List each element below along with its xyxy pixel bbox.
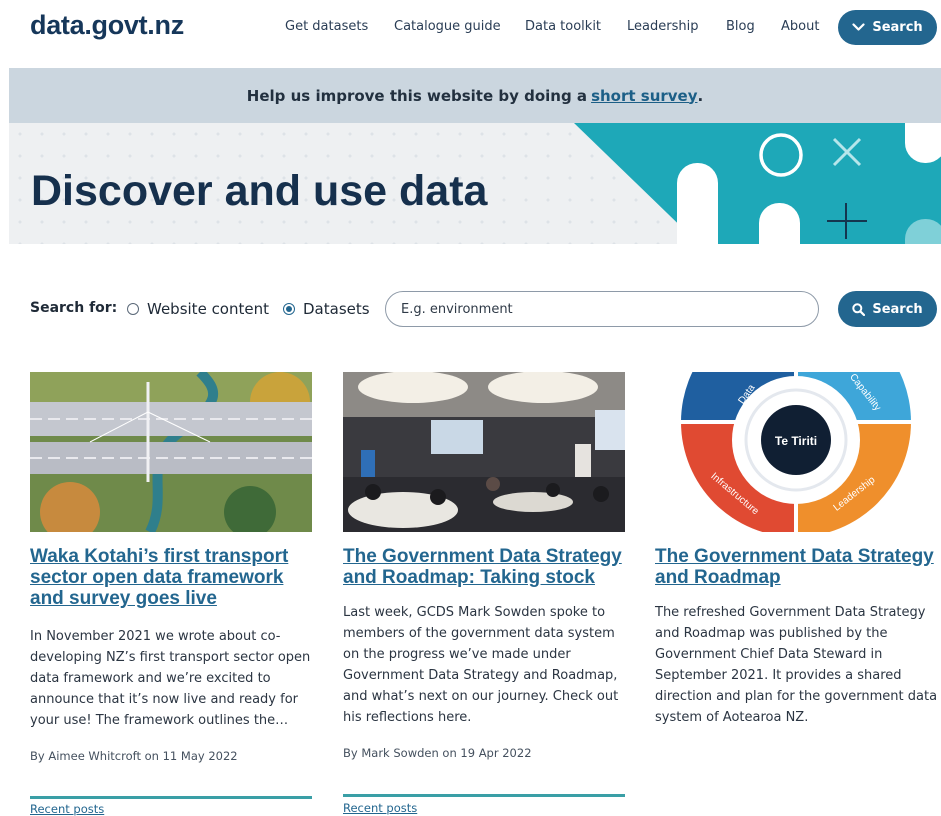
card-strategy-stocktake: The Government Data Strategy and Roadmap… bbox=[343, 372, 625, 815]
survey-text: Help us improve this website by doing a bbox=[246, 86, 588, 105]
search-for-label: Search for: bbox=[30, 300, 118, 316]
card-title[interactable]: Waka Kotahi’s first transport sector ope… bbox=[30, 546, 310, 609]
hero-banner: Discover and use data bbox=[9, 123, 941, 244]
recent-posts-link[interactable]: Recent posts bbox=[343, 801, 417, 815]
nav-about[interactable]: About bbox=[781, 19, 819, 34]
nav-get-datasets[interactable]: Get datasets bbox=[285, 19, 368, 34]
card-divider bbox=[343, 794, 625, 797]
header-search-button[interactable]: Search bbox=[838, 10, 937, 45]
radio-website-content[interactable]: Website content bbox=[127, 300, 269, 318]
card-summary: In November 2021 we wrote about co-devel… bbox=[30, 629, 311, 728]
search-submit-button[interactable]: Search bbox=[838, 291, 937, 327]
search-bar: Search for: Website content Datasets Sea… bbox=[0, 290, 941, 328]
nav-data-toolkit[interactable]: Data toolkit bbox=[525, 19, 601, 34]
card-title[interactable]: The Government Data Strategy and Roadmap… bbox=[343, 546, 625, 588]
card-transport-framework: Waka Kotahi’s first transport sector ope… bbox=[30, 372, 312, 816]
search-submit-label: Search bbox=[872, 301, 923, 317]
header-search-label: Search bbox=[872, 20, 923, 35]
nav-leadership[interactable]: Leadership bbox=[627, 19, 698, 34]
conference-photo[interactable] bbox=[343, 372, 625, 532]
card-byline: By Aimee Whitcroft on 11 May 2022 bbox=[30, 749, 238, 763]
card-strategy-roadmap: Te Tiriti Data Capability Infrastructure… bbox=[655, 372, 937, 725]
survey-banner: Help us improve this website by doing a … bbox=[9, 68, 941, 123]
main-nav: Get datasets Catalogue guide Data toolki… bbox=[0, 19, 941, 39]
recent-posts-link[interactable]: Recent posts bbox=[30, 802, 104, 816]
survey-end: . bbox=[697, 86, 704, 105]
bridge-aerial-image[interactable] bbox=[30, 372, 312, 532]
card-summary: The refreshed Government Data Strategy a… bbox=[655, 605, 938, 725]
radio-website-label: Website content bbox=[147, 300, 269, 318]
survey-link[interactable]: short survey bbox=[591, 87, 697, 105]
nav-catalogue-guide[interactable]: Catalogue guide bbox=[394, 19, 501, 34]
search-icon bbox=[852, 302, 866, 316]
radio-datasets-label: Datasets bbox=[303, 300, 370, 318]
site-header: data.govt.nz Get datasets Catalogue guid… bbox=[0, 0, 941, 60]
diagram-center-label: Te Tiriti bbox=[775, 434, 817, 448]
card-title[interactable]: The Government Data Strategy and Roadmap bbox=[655, 546, 937, 588]
hero-title: Discover and use data bbox=[31, 167, 488, 215]
card-byline: By Mark Sowden on 19 Apr 2022 bbox=[343, 746, 532, 760]
chevron-down-icon bbox=[852, 23, 865, 31]
radio-datasets[interactable]: Datasets bbox=[283, 300, 370, 318]
card-summary: Last week, GCDS Mark Sowden spoke to mem… bbox=[343, 605, 619, 725]
card-divider bbox=[30, 796, 312, 799]
radio-icon bbox=[127, 303, 139, 315]
nav-blog[interactable]: Blog bbox=[726, 19, 755, 34]
radio-selected-icon bbox=[283, 303, 295, 315]
search-input[interactable] bbox=[385, 291, 819, 327]
strategy-diagram-image[interactable]: Te Tiriti Data Capability Infrastructure… bbox=[655, 372, 937, 532]
